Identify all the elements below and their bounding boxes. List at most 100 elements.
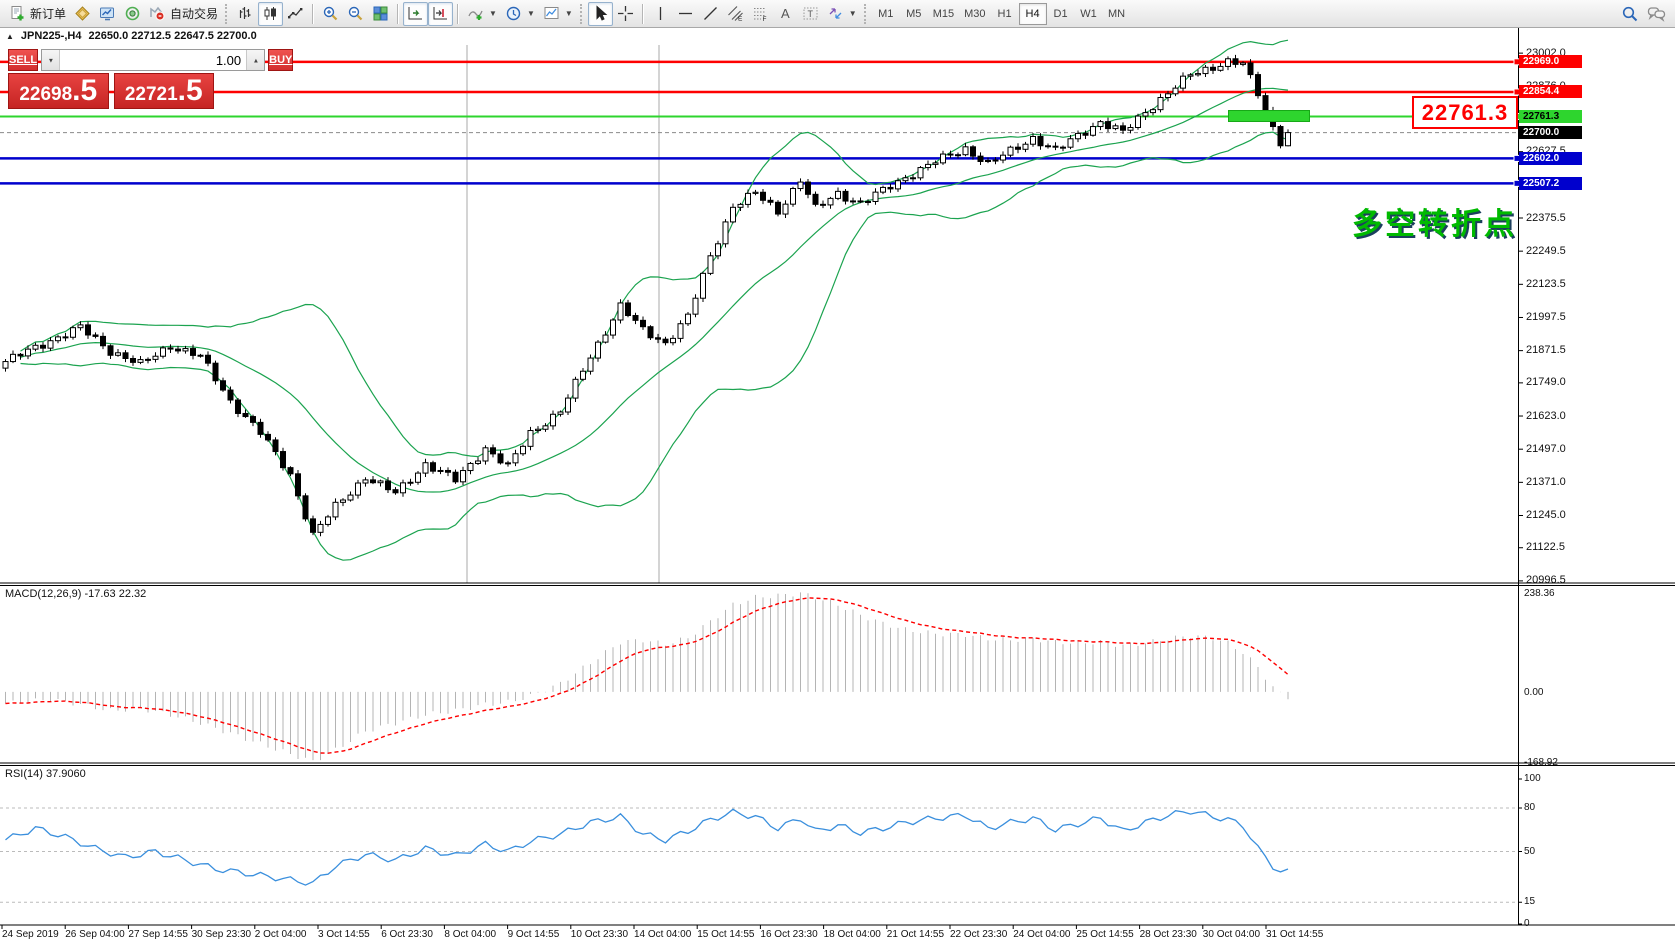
time-axis-label: 30 Sep 23:30 (192, 929, 252, 940)
zoom-out-button[interactable] (343, 2, 368, 26)
tab-timeframe-h1[interactable]: H1 (991, 3, 1019, 25)
fibonacci-button[interactable]: F (748, 2, 773, 26)
time-axis-label: 16 Oct 23:30 (760, 929, 817, 940)
tab-timeframe-m1[interactable]: M1 (872, 3, 900, 25)
horizontal-line-icon (677, 5, 694, 22)
toolbar-drag-handle[interactable] (580, 4, 585, 24)
indicators-button[interactable]: ▼ (463, 2, 501, 26)
crosshair-button[interactable] (613, 2, 638, 26)
indicators-icon (467, 5, 484, 22)
buy-price-button[interactable]: 22721.5 (114, 73, 215, 109)
tab-timeframe-d1[interactable]: D1 (1047, 3, 1075, 25)
time-axis-label: 30 Oct 04:00 (1203, 929, 1260, 940)
tab-timeframe-mn[interactable]: MN (1103, 3, 1131, 25)
price-line-badge: 22854.4 (1519, 85, 1582, 98)
rsi-axis-label: 0 (1524, 918, 1530, 929)
cursor-icon (592, 5, 609, 22)
bar-chart-icon (237, 5, 254, 22)
new-order-button[interactable]: 新订单 (5, 2, 70, 26)
terminal-button[interactable] (95, 2, 120, 26)
tab-timeframe-h4[interactable]: H4 (1019, 3, 1047, 25)
sell-button[interactable]: SELL (8, 49, 38, 71)
time-axis-label: 3 Oct 14:55 (318, 929, 370, 940)
toolbar-drag-handle[interactable] (225, 4, 230, 24)
search-button[interactable] (1617, 2, 1643, 26)
chart-ohlc-values: 22650.0 22712.5 22647.5 22700.0 (88, 30, 256, 42)
autotrading-button[interactable]: 自动交易 (145, 2, 222, 26)
text-label-button[interactable]: T (798, 2, 823, 26)
oneclick-collapse-arrow[interactable]: ▲ (6, 32, 14, 41)
vertical-line-button[interactable] (648, 2, 673, 26)
equidistant-channel-button[interactable]: E (723, 2, 748, 26)
svg-text:F: F (762, 16, 766, 22)
tab-timeframe-m5[interactable]: M5 (900, 3, 928, 25)
time-axis-label: 15 Oct 14:55 (697, 929, 754, 940)
tab-timeframe-m30[interactable]: M30 (959, 3, 990, 25)
one-click-trade-panel: SELL ▼ ▲ BUY 22698.5 22721.5 (8, 49, 214, 109)
turning-point-annotation[interactable]: 多空转折点 (1352, 199, 1517, 243)
autotrading-label: 自动交易 (170, 5, 218, 22)
time-axis-label: 25 Oct 14:55 (1076, 929, 1133, 940)
volume-increase-button[interactable]: ▲ (246, 50, 264, 70)
toolbar: 新订单 自动交易 ▼ ▼ (0, 0, 1675, 28)
candlestick-chart-button[interactable] (258, 2, 283, 26)
bar-chart-button[interactable] (233, 2, 258, 26)
volume-input[interactable] (60, 50, 246, 70)
shapes-button[interactable]: ▼ (823, 2, 861, 26)
toolbar-separator (642, 4, 644, 24)
horizontal-line-button[interactable] (673, 2, 698, 26)
time-axis-label: 2 Oct 04:00 (255, 929, 307, 940)
tile-windows-icon (372, 5, 389, 22)
auto-scroll-icon (407, 5, 424, 22)
tab-timeframe-m15[interactable]: M15 (928, 3, 959, 25)
macd-axis-label: -168.92 (1524, 757, 1558, 768)
toolbar-separator (457, 4, 459, 24)
sell-price-main: 22698 (19, 78, 72, 112)
new-order-icon (9, 5, 26, 22)
toolbar-separator (312, 4, 314, 24)
trendline-button[interactable] (698, 2, 723, 26)
fibonacci-icon: F (752, 5, 769, 22)
rsi-axis-label: 100 (1524, 773, 1541, 784)
time-axis-label: 10 Oct 23:30 (571, 929, 628, 940)
line-chart-button[interactable] (283, 2, 308, 26)
svg-text:E: E (738, 16, 743, 23)
svg-text:A: A (781, 6, 790, 21)
indicators-dropdown-caret[interactable]: ▼ (489, 9, 497, 18)
time-axis-label: 27 Sep 14:55 (128, 929, 188, 940)
text-button[interactable]: A (773, 2, 798, 26)
periods-dropdown-caret[interactable]: ▼ (527, 9, 535, 18)
price-axis-tick-label: 21749.0 (1526, 376, 1566, 388)
shapes-dropdown-caret[interactable]: ▼ (849, 9, 857, 18)
price-level-label-box[interactable]: 22761.3 (1412, 96, 1518, 129)
templates-button[interactable]: ▼ (539, 2, 577, 26)
volume-decrease-button[interactable]: ▼ (42, 50, 60, 70)
green-highlight-rectangle[interactable] (1228, 110, 1310, 122)
templates-dropdown-caret[interactable]: ▼ (565, 9, 573, 18)
toolbar-drag-handle[interactable] (864, 4, 869, 24)
profile-button[interactable] (70, 2, 95, 26)
auto-scroll-button[interactable] (403, 2, 428, 26)
crosshair-icon (617, 5, 634, 22)
tab-timeframe-w1[interactable]: W1 (1075, 3, 1103, 25)
chart-canvas[interactable] (0, 0, 1675, 950)
tile-windows-button[interactable] (368, 2, 393, 26)
price-axis-tick-label: 21497.0 (1526, 443, 1566, 455)
zoom-in-button[interactable] (318, 2, 343, 26)
periods-button[interactable]: ▼ (501, 2, 539, 26)
zoom-out-icon (347, 5, 364, 22)
chart-shift-button[interactable] (428, 2, 453, 26)
signals-button[interactable] (120, 2, 145, 26)
sell-price-button[interactable]: 22698.5 (8, 73, 109, 109)
signals-icon (124, 5, 141, 22)
chart-header: ▲ JPN225-,H4 22650.0 22712.5 22647.5 227… (6, 30, 257, 42)
rsi-axis-label: 15 (1524, 896, 1535, 907)
cursor-button[interactable] (588, 2, 613, 26)
time-axis-label: 21 Oct 14:55 (887, 929, 944, 940)
chat-button[interactable] (1643, 2, 1670, 26)
svg-text:T: T (807, 9, 813, 19)
buy-button[interactable]: BUY (268, 49, 293, 71)
time-axis-label: 14 Oct 04:00 (634, 929, 691, 940)
zoom-in-icon (322, 5, 339, 22)
time-axis-label: 31 Oct 14:55 (1266, 929, 1323, 940)
